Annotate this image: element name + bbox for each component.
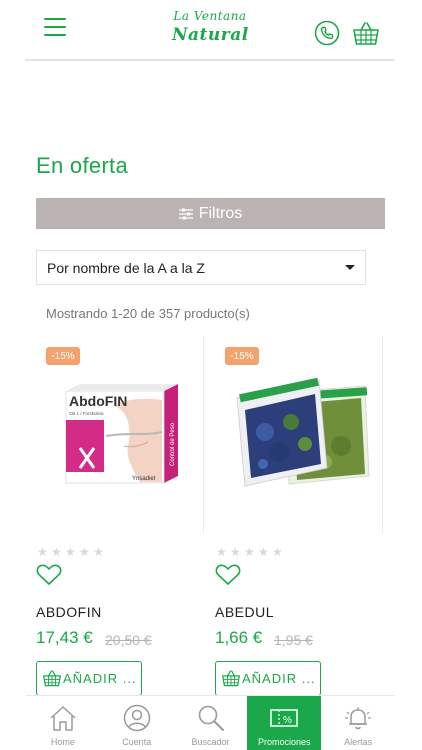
nav-item-cuenta[interactable]: Cuenta bbox=[100, 696, 174, 750]
star-icon: ★ bbox=[272, 545, 283, 559]
nav-label: Promociones bbox=[258, 737, 311, 747]
product-old-price: 1,95 € bbox=[274, 632, 313, 648]
product-price: 1,66 € bbox=[215, 628, 263, 647]
nav-item-promociones[interactable]: % Promociones bbox=[247, 696, 322, 750]
sort-selected-value: Por nombre de la A a la Z bbox=[47, 259, 205, 276]
star-icon: ★ bbox=[51, 545, 62, 559]
heart-icon bbox=[36, 564, 62, 585]
rating-stars: ★ ★ ★ ★ ★ bbox=[216, 546, 286, 558]
phone-button[interactable] bbox=[314, 20, 340, 46]
cart-button[interactable] bbox=[352, 20, 380, 46]
promo-icon: % bbox=[270, 709, 299, 727]
sliders-icon bbox=[178, 208, 193, 219]
filters-label: Filtros bbox=[198, 204, 243, 222]
star-icon: ★ bbox=[258, 545, 269, 559]
add-to-cart-label: AÑADIR ... bbox=[63, 671, 137, 686]
product-old-price: 20,50 € bbox=[105, 632, 152, 648]
nav-item-home[interactable]: Home bbox=[26, 696, 100, 750]
star-icon: ★ bbox=[93, 545, 104, 559]
discount-badge: -15% bbox=[46, 347, 80, 365]
nav-label: Buscador bbox=[191, 737, 230, 747]
svg-text:%: % bbox=[283, 715, 292, 726]
product-price: 17,43 € bbox=[36, 628, 93, 647]
wishlist-button[interactable] bbox=[36, 564, 62, 586]
basket-icon bbox=[43, 670, 61, 687]
star-icon: ★ bbox=[230, 545, 241, 559]
phone-icon bbox=[314, 20, 340, 46]
nav-label: Home bbox=[50, 737, 75, 747]
menu-bar bbox=[44, 34, 66, 36]
basket-icon bbox=[222, 670, 240, 687]
star-icon: ★ bbox=[79, 545, 90, 559]
box-brand-text: AbdoFIN bbox=[69, 393, 127, 409]
product-image-area[interactable]: -15% bbox=[215, 336, 383, 534]
nav-label: Cuenta bbox=[122, 737, 152, 747]
add-to-cart-button[interactable]: AÑADIR ... bbox=[215, 661, 321, 696]
bell-icon bbox=[345, 707, 372, 730]
nav-label: Alertas bbox=[344, 737, 373, 747]
product-image-area[interactable]: AbdoFIN CB.1 / Forskolina Control de Pes… bbox=[36, 336, 204, 534]
logo-line-2: Natural bbox=[172, 25, 249, 45]
hamburger-menu-button[interactable] bbox=[44, 18, 66, 38]
discount-badge: -15% bbox=[225, 347, 259, 365]
abdofin-box-image: AbdoFIN CB.1 / Forskolina Control de Pes… bbox=[65, 384, 178, 484]
star-icon: ★ bbox=[216, 545, 227, 559]
product-name[interactable]: ABDOFIN bbox=[36, 604, 102, 620]
star-icon: ★ bbox=[37, 545, 48, 559]
filters-button[interactable]: Filtros bbox=[36, 198, 385, 229]
page-title: En oferta bbox=[36, 153, 128, 178]
nav-item-alertas[interactable]: Alertas bbox=[321, 696, 395, 750]
box-subtitle-text: CB.1 / Forskolina bbox=[69, 411, 104, 416]
star-icon: ★ bbox=[65, 545, 76, 559]
box-side-text: Control de Peso bbox=[170, 422, 176, 466]
caret-down-icon bbox=[345, 265, 355, 270]
search-icon bbox=[198, 705, 224, 731]
abedul-bags-image bbox=[236, 377, 370, 487]
menu-bar bbox=[44, 26, 66, 28]
user-icon bbox=[123, 704, 151, 732]
product-name[interactable]: ABEDUL bbox=[215, 604, 274, 620]
product-card[interactable]: -15% ★ ★ ★ ★ ★ ABEDUL 1,66 € 1,95 € AÑAD… bbox=[215, 336, 383, 696]
product-card[interactable]: AbdoFIN CB.1 / Forskolina Control de Pes… bbox=[36, 336, 204, 696]
heart-icon bbox=[215, 564, 241, 585]
star-icon: ★ bbox=[244, 545, 255, 559]
add-to-cart-button[interactable]: AÑADIR ... bbox=[36, 661, 142, 696]
brand-logo[interactable]: La Ventana Natural bbox=[172, 8, 248, 50]
wishlist-button[interactable] bbox=[215, 564, 241, 586]
sort-select[interactable]: Por nombre de la A a la Z bbox=[36, 250, 366, 285]
logo-line-1: La Ventana bbox=[173, 9, 247, 23]
rating-stars: ★ ★ ★ ★ ★ bbox=[37, 546, 107, 558]
add-to-cart-label: AÑADIR ... bbox=[242, 671, 316, 686]
bottom-navigation: Home Cuenta Buscador % Promociones Alert… bbox=[26, 695, 395, 750]
results-count: Mostrando 1-20 de 357 producto(s) bbox=[46, 306, 250, 321]
home-icon bbox=[50, 706, 76, 731]
menu-bar bbox=[44, 18, 66, 20]
app-header: La Ventana Natural bbox=[0, 0, 422, 62]
nav-item-buscador[interactable]: Buscador bbox=[174, 696, 248, 750]
header-divider bbox=[25, 59, 395, 61]
basket-icon bbox=[353, 22, 379, 45]
box-maker-text: Ynsadiet bbox=[132, 476, 156, 482]
